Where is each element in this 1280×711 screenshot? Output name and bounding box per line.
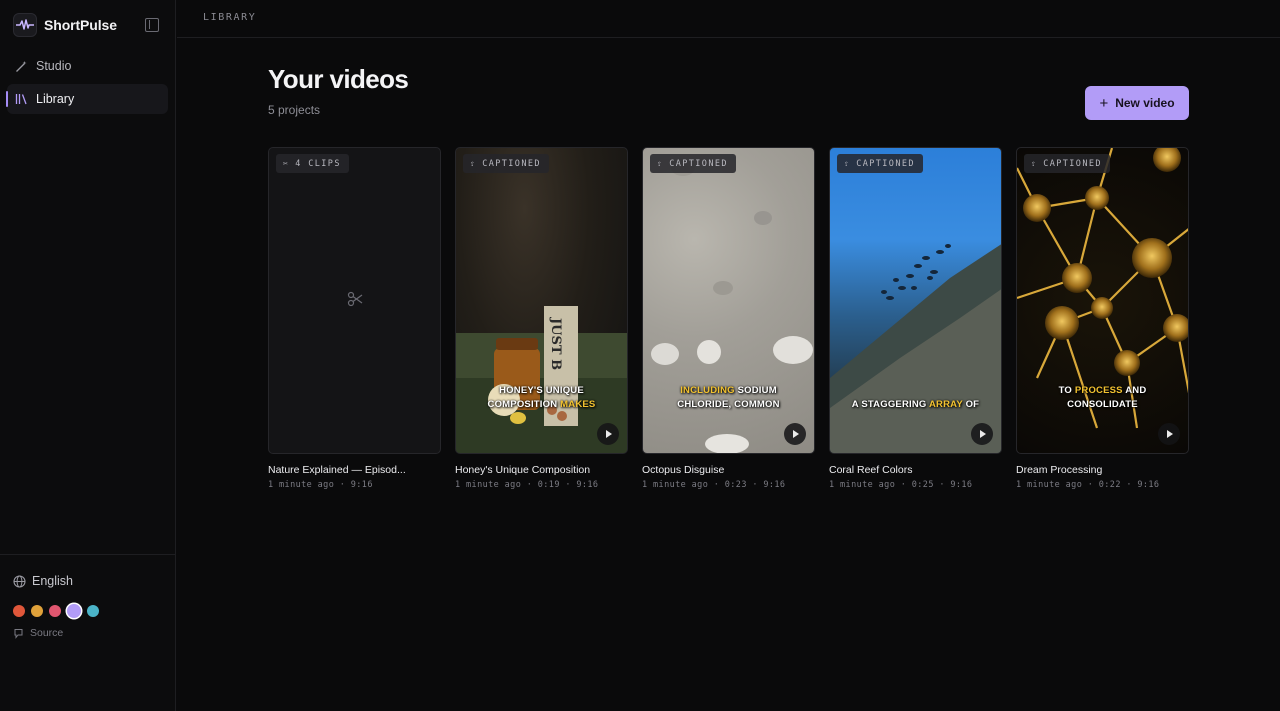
sidebar-item-label: Studio xyxy=(36,59,72,73)
video-card[interactable]: ⇪ CAPTIONED TO PROCESS AND CONSOLIDATE Dr… xyxy=(1016,147,1189,490)
caption-text: TO xyxy=(1058,385,1075,396)
badge-label: CAPTIONED xyxy=(482,158,541,169)
video-meta: 1 minute ago · 0:25 · 9:16 xyxy=(829,480,973,490)
caption-line: CONSOLIDATE xyxy=(1067,399,1138,410)
video-thumbnail[interactable]: JUST B ⇪ CAPTIONED HONEY'S UNIQUE COMPOSI… xyxy=(455,147,628,454)
collapse-sidebar-icon[interactable] xyxy=(145,18,159,32)
plus-icon: + xyxy=(1099,94,1109,112)
language-selector[interactable]: English xyxy=(13,574,73,588)
sidebar-item-label: Library xyxy=(36,92,75,106)
caption-line: COMPOSITION MAKES xyxy=(456,398,627,412)
app-window: ShortPulse Studio Library English Source… xyxy=(0,0,1280,711)
video-caption: TO PROCESS AND CONSOLIDATE xyxy=(1017,384,1188,412)
caption-text: SODIUM xyxy=(734,385,777,396)
language-label: English xyxy=(32,574,73,588)
video-card[interactable]: ⇪ CAPTIONED A STAGGERING ARRAY OF Coral R… xyxy=(829,147,1002,490)
upload-icon: ⇪ xyxy=(470,159,477,168)
caption-text: OF xyxy=(962,399,980,410)
video-title: Octopus Disguise xyxy=(642,464,725,476)
theme-swatch-teal[interactable] xyxy=(87,605,99,617)
theme-swatches xyxy=(13,604,105,618)
breadcrumb: LIBRARY xyxy=(203,12,257,23)
upload-icon: ⇪ xyxy=(844,159,851,168)
globe-icon xyxy=(13,574,26,588)
brand[interactable]: ShortPulse xyxy=(13,13,117,37)
theme-swatch-amber[interactable] xyxy=(31,605,43,617)
source-label: Source xyxy=(30,627,64,639)
top-bar: LIBRARY xyxy=(177,0,1280,38)
caption-highlight: INCLUDING xyxy=(680,385,735,396)
video-thumbnail[interactable]: ⇪ CAPTIONED A STAGGERING ARRAY OF xyxy=(829,147,1002,454)
video-card[interactable]: JUST B ⇪ CAPTIONED HONEY'S UNIQUE COMPOSI… xyxy=(455,147,628,490)
video-card[interactable]: ⇪ CAPTIONED INCLUDING SODIUM CHLORIDE, CO… xyxy=(642,147,815,490)
video-caption: A STAGGERING ARRAY OF xyxy=(830,398,1001,412)
caption-line: INCLUDING SODIUM xyxy=(643,384,814,398)
sidebar-nav: Studio Library xyxy=(6,51,168,117)
play-icon[interactable] xyxy=(784,423,806,445)
new-video-label: New video xyxy=(1115,96,1175,110)
video-thumbnail[interactable]: ⇪ CAPTIONED INCLUDING SODIUM CHLORIDE, CO… xyxy=(642,147,815,454)
video-title: Coral Reef Colors xyxy=(829,464,913,476)
captioned-badge: ⇪ CAPTIONED xyxy=(650,154,736,173)
sidebar-footer: English Source xyxy=(0,554,176,711)
video-title: Honey's Unique Composition xyxy=(455,464,591,476)
caption-highlight: PROCESS xyxy=(1074,385,1123,396)
video-caption: HONEY'S UNIQUE COMPOSITION MAKES xyxy=(456,384,627,412)
theme-swatch-pink[interactable] xyxy=(49,605,61,617)
video-meta: 1 minute ago · 9:16 xyxy=(268,480,373,490)
play-icon[interactable] xyxy=(1158,423,1180,445)
caption-line: CHLORIDE, COMMON xyxy=(677,399,780,410)
video-card[interactable]: ✂ 4 CLIPS Nature Explained — Episod... 1 … xyxy=(268,147,441,490)
captioned-badge: ⇪ CAPTIONED xyxy=(463,154,549,173)
page-title: Your videos xyxy=(268,64,409,94)
pulse-logo-icon xyxy=(13,13,37,37)
upload-icon: ⇪ xyxy=(1031,159,1038,168)
library-icon xyxy=(15,93,28,106)
play-icon[interactable] xyxy=(597,423,619,445)
caption-text: AND xyxy=(1122,385,1147,396)
play-icon[interactable] xyxy=(971,423,993,445)
video-meta: 1 minute ago · 0:19 · 9:16 xyxy=(455,480,599,490)
video-title: Nature Explained — Episod... xyxy=(268,464,406,476)
new-video-button[interactable]: + New video xyxy=(1085,86,1189,120)
scissors-icon xyxy=(347,291,363,312)
project-count: 5 projects xyxy=(268,103,321,117)
video-meta: 1 minute ago · 0:23 · 9:16 xyxy=(642,480,786,490)
sidebar-item-library[interactable]: Library xyxy=(6,84,168,114)
github-icon xyxy=(13,628,24,639)
app-name: ShortPulse xyxy=(44,17,117,33)
magic-wand-icon xyxy=(15,60,28,73)
video-thumbnail[interactable]: ✂ 4 CLIPS xyxy=(268,147,441,454)
video-meta: 1 minute ago · 0:22 · 9:16 xyxy=(1016,480,1160,490)
caption-text: A STAGGERING xyxy=(851,399,929,410)
captioned-badge: ⇪ CAPTIONED xyxy=(1024,154,1110,173)
sidebar-item-studio[interactable]: Studio xyxy=(7,51,168,81)
caption-highlight: MAKES xyxy=(560,399,596,410)
badge-label: CAPTIONED xyxy=(1043,158,1102,169)
captioned-badge: ⇪ CAPTIONED xyxy=(837,154,923,173)
badge-label: CAPTIONED xyxy=(669,158,728,169)
caption-line: A STAGGERING ARRAY OF xyxy=(830,398,1001,412)
badge-label: 4 CLIPS xyxy=(295,158,341,169)
sidebar: ShortPulse Studio Library English Source xyxy=(0,0,176,711)
upload-icon: ⇪ xyxy=(657,159,664,168)
clips-badge: ✂ 4 CLIPS xyxy=(276,154,349,173)
source-link[interactable]: Source xyxy=(13,627,63,639)
theme-swatch-violet[interactable] xyxy=(67,604,81,618)
caption-highlight: ARRAY xyxy=(929,399,963,410)
video-caption: INCLUDING SODIUM CHLORIDE, COMMON xyxy=(643,384,814,412)
svg-text:JUST B: JUST B xyxy=(548,317,563,370)
video-title: Dream Processing xyxy=(1016,464,1103,476)
theme-swatch-orange[interactable] xyxy=(13,605,25,617)
video-thumbnail[interactable]: ⇪ CAPTIONED TO PROCESS AND CONSOLIDATE xyxy=(1016,147,1189,454)
caption-text: COMPOSITION xyxy=(487,399,561,410)
scissors-icon: ✂ xyxy=(283,159,290,168)
caption-line: HONEY'S UNIQUE xyxy=(499,385,584,396)
badge-label: CAPTIONED xyxy=(856,158,915,169)
caption-line: TO PROCESS AND xyxy=(1017,384,1188,398)
